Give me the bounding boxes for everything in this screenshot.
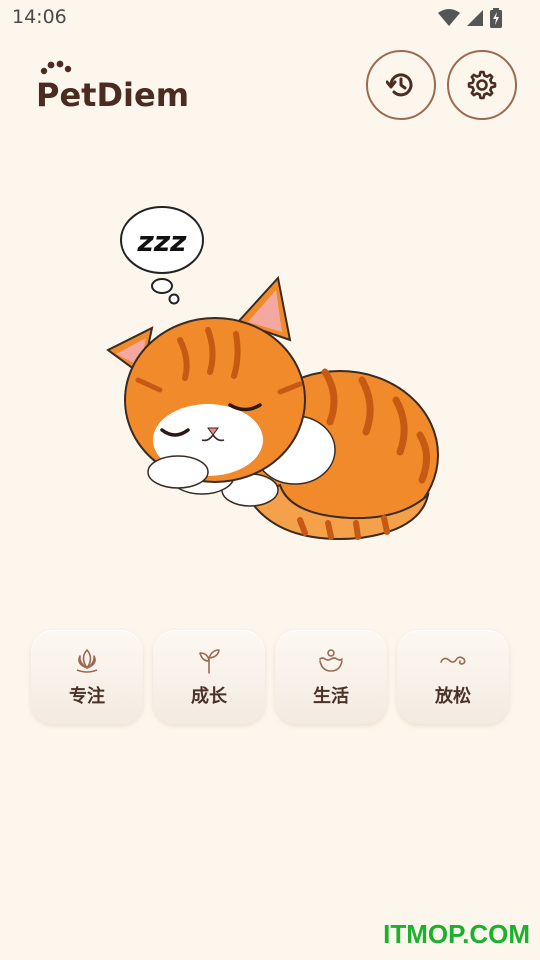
watermark: ITMOP.COM bbox=[383, 919, 530, 949]
category-growth-button[interactable]: 成长 bbox=[153, 630, 265, 724]
wave-icon bbox=[438, 646, 468, 676]
bowl-icon bbox=[316, 646, 346, 676]
signal-icon bbox=[467, 10, 483, 26]
category-relax-button[interactable]: 放松 bbox=[397, 630, 509, 724]
wifi-icon bbox=[438, 9, 460, 26]
status-bar: 14:06 bbox=[0, 0, 540, 36]
battery-charging-icon bbox=[490, 8, 502, 28]
settings-button[interactable] bbox=[447, 50, 517, 120]
cat-head bbox=[106, 275, 306, 489]
sprout-icon bbox=[194, 646, 224, 676]
thought-bubble-text: zzz bbox=[137, 225, 188, 258]
category-life-label: 生活 bbox=[313, 686, 349, 707]
status-icons bbox=[438, 8, 502, 28]
app-logo: PetDiem bbox=[36, 60, 190, 114]
history-button[interactable] bbox=[366, 50, 436, 120]
lotus-icon bbox=[72, 646, 102, 676]
status-time: 14:06 bbox=[12, 6, 67, 28]
category-relax-label: 放松 bbox=[435, 686, 471, 707]
logo-text: PetDiem bbox=[36, 76, 190, 114]
paw-icon bbox=[40, 60, 72, 75]
category-life-button[interactable]: 生活 bbox=[275, 630, 387, 724]
category-buttons: 专注 成长 生活 放松 bbox=[31, 630, 509, 724]
category-growth-label: 成长 bbox=[191, 686, 227, 707]
thought-bubble: zzz bbox=[120, 206, 204, 305]
history-icon bbox=[386, 73, 413, 97]
home-screen: 14:06 PetDiem zzz 专注 成长 生活 放松 ITMOP.COM bbox=[0, 0, 540, 960]
category-focus-label: 专注 bbox=[69, 686, 105, 707]
sleeping-cat-illustration: zzz bbox=[106, 206, 439, 540]
category-focus-button[interactable]: 专注 bbox=[31, 630, 143, 724]
gear-icon bbox=[467, 70, 497, 100]
